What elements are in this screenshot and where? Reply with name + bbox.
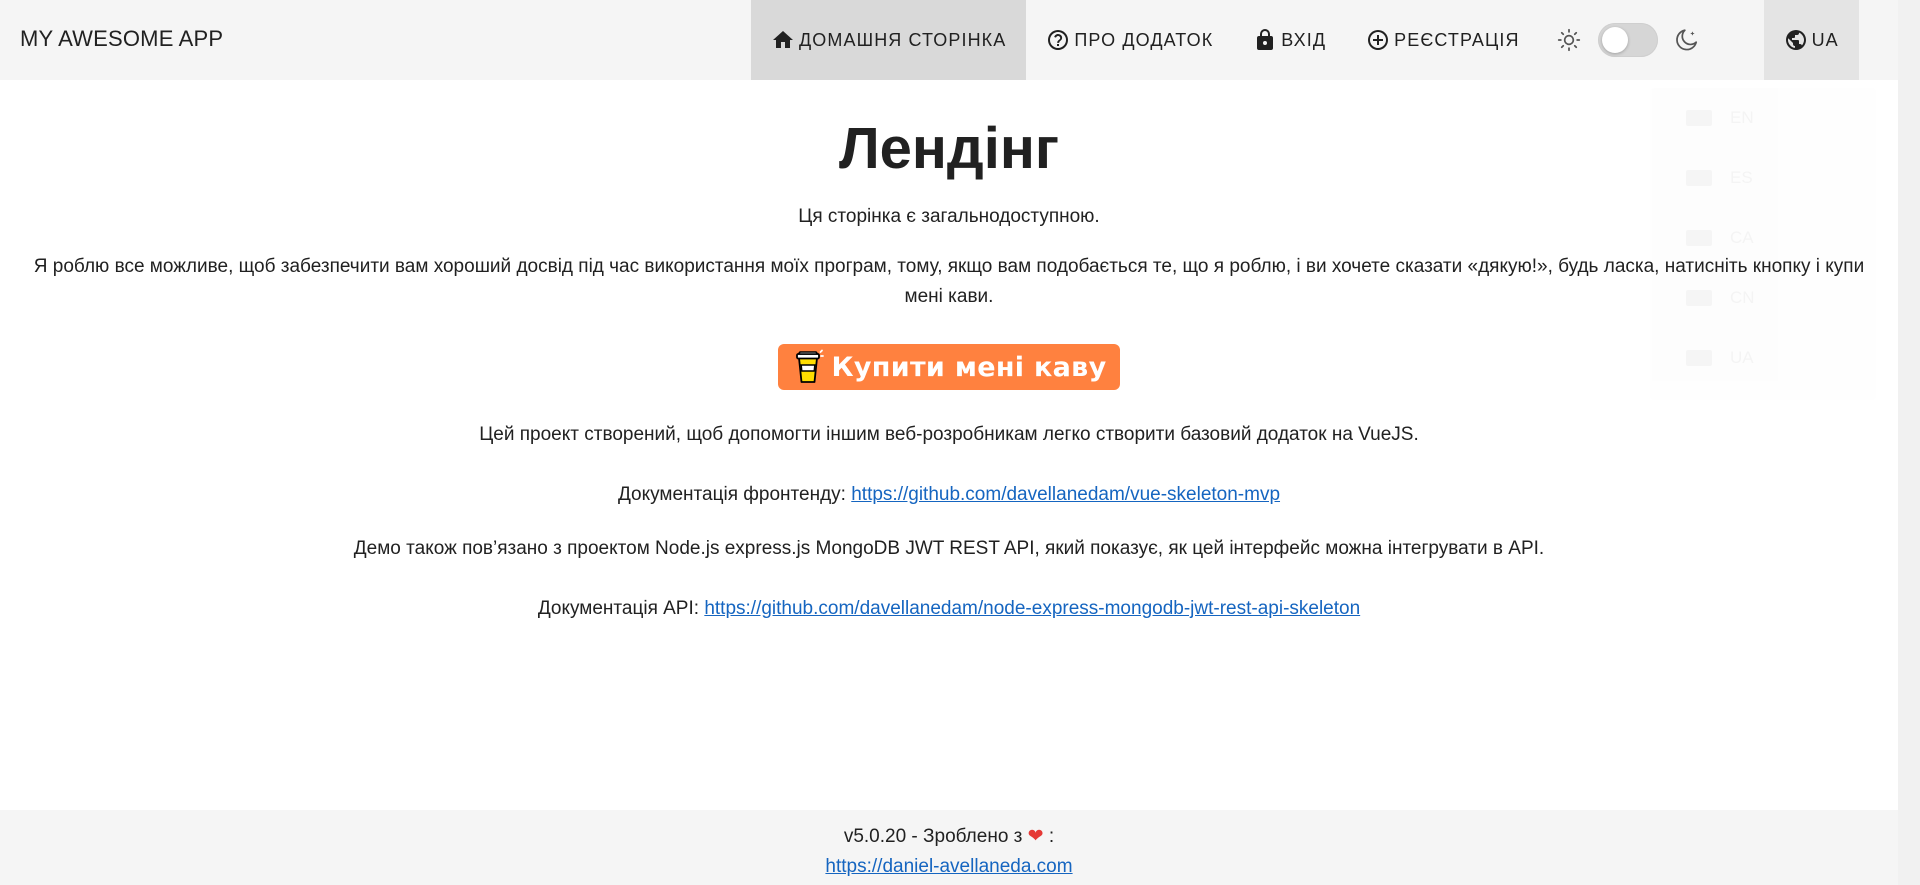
nav-home-button[interactable]: ДОМАШНЯ СТОРІНКА <box>751 0 1027 80</box>
theme-toggle <box>1540 0 1718 80</box>
moon-icon <box>1675 29 1697 51</box>
nav-signup-button[interactable]: РЕЄСТРАЦІЯ <box>1346 0 1539 80</box>
heart-icon: ❤ <box>1027 826 1044 847</box>
coffee-button-label: Купити мені каву <box>831 351 1107 383</box>
page-scrollbar[interactable] <box>1898 0 1920 885</box>
main-content: Лендінг Ця сторінка є загальнодоступною.… <box>0 80 1898 624</box>
demo-description: Демо також пов’язано з проектом Node.js … <box>353 538 1545 559</box>
project-description: Цей проект створений, щоб допомогти інши… <box>479 424 1419 445</box>
sun-icon <box>1557 28 1580 52</box>
intro-text: Я роблю все можливе, щоб забезпечити вам… <box>33 256 1865 307</box>
nav-about-button[interactable]: ПРО ДОДАТОК <box>1026 0 1233 80</box>
language-label: UA <box>1811 29 1839 50</box>
frontend-docs: Документація фронтенду: https://github.c… <box>0 480 1898 510</box>
footer-author-line: https://daniel-avellaneda.com <box>0 852 1898 882</box>
globe-icon <box>1785 30 1806 50</box>
frontend-docs-link[interactable]: https://github.com/davellanedam/vue-skel… <box>851 484 1280 505</box>
help-circle-icon <box>1048 30 1069 50</box>
lock-icon <box>1257 29 1274 50</box>
dark-mode-switch[interactable] <box>1597 23 1658 57</box>
api-docs-label: Документація API: <box>537 598 700 619</box>
main-nav: ДОМАШНЯ СТОРІНКА ПРО ДОДАТОК ВХІД РЕЄСТР… <box>751 0 1859 80</box>
nav-signup-label: РЕЄСТРАЦІЯ <box>1394 29 1520 50</box>
nav-login-label: ВХІД <box>1281 29 1327 50</box>
language-button[interactable]: UA <box>1763 0 1859 80</box>
app-title[interactable]: MY AWESOME APP <box>20 0 223 80</box>
public-note: Ця сторінка є загальнодоступною. <box>798 206 1100 227</box>
app-toolbar: MY AWESOME APP ДОМАШНЯ СТОРІНКА ПРО ДОДА… <box>0 0 1898 80</box>
app-footer: v5.0.20 - Зроблено з ❤ : https://daniel-… <box>0 810 1898 885</box>
footer-colon: : <box>1048 826 1055 847</box>
footer-version-line: v5.0.20 - Зроблено з ❤ : <box>0 822 1898 852</box>
nav-login-button[interactable]: ВХІД <box>1233 0 1346 80</box>
page: MY AWESOME APP ДОМАШНЯ СТОРІНКА ПРО ДОДА… <box>0 0 1898 885</box>
nav-about-label: ПРО ДОДАТОК <box>1074 29 1214 50</box>
author-website-link[interactable]: https://daniel-avellaneda.com <box>825 856 1072 877</box>
api-docs: Документація API: https://github.com/dav… <box>0 594 1898 624</box>
frontend-docs-label: Документація фронтенду: <box>617 484 846 505</box>
home-icon <box>773 31 793 48</box>
footer-version-text: v5.0.20 - Зроблено з <box>843 826 1023 847</box>
buy-me-coffee-button[interactable]: Купити мені каву <box>777 344 1121 390</box>
nav-home-label: ДОМАШНЯ СТОРІНКА <box>799 29 1007 50</box>
api-docs-link[interactable]: https://github.com/davellanedam/node-exp… <box>704 598 1360 619</box>
switch-knob <box>1601 27 1628 53</box>
plus-circle-icon <box>1368 30 1389 50</box>
coffee-cup-icon <box>795 349 824 383</box>
page-title: Лендінг <box>838 116 1060 181</box>
